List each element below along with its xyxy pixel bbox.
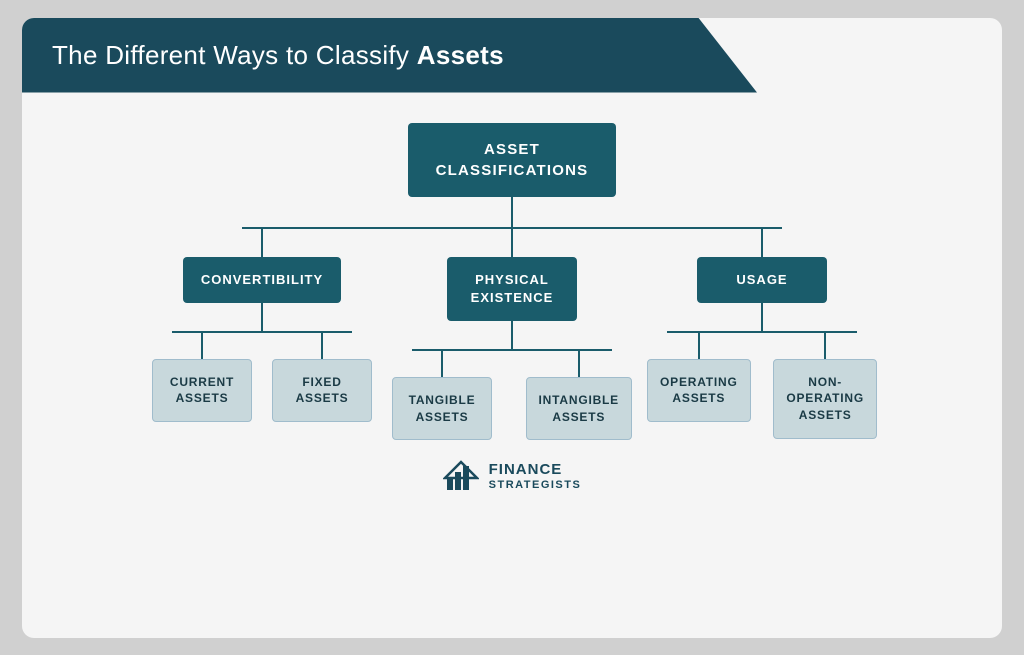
mid-node-physical-existence: PHYSICAL EXISTENCE bbox=[447, 257, 577, 321]
operating-line2: ASSETS bbox=[672, 391, 725, 405]
tangible-line1: TANGIBLE bbox=[409, 393, 476, 407]
footer-logo: FINANCE STRATEGISTS bbox=[443, 440, 582, 504]
mid-label-usage: USAGE bbox=[736, 272, 787, 287]
branch1-hbar-wrapper bbox=[152, 331, 372, 333]
non-operating-line3: ASSETS bbox=[799, 408, 852, 422]
branch3-bottom-pair: OPERATING ASSETS NON- OPERATING ASSETS bbox=[647, 333, 877, 439]
branch1-hbar bbox=[172, 331, 352, 333]
mid-label-physical2: EXISTENCE bbox=[471, 290, 554, 305]
logo-finance: FINANCE bbox=[489, 461, 582, 479]
fixed-assets-line2: ASSETS bbox=[296, 391, 349, 405]
bottom-node-operating-assets: OPERATING ASSETS bbox=[647, 359, 751, 423]
intangible-line1: INTANGIBLE bbox=[539, 393, 619, 407]
mid-label-convertibility: CONVERTIBILITY bbox=[201, 272, 323, 287]
branch2-hbar-wrapper bbox=[392, 349, 632, 351]
branch2-mid-line bbox=[511, 321, 513, 349]
branches-container: CONVERTIBILITY CURRENT ASSETS bbox=[142, 229, 882, 441]
branch3-mid-line bbox=[761, 303, 763, 331]
non-operating-assets-top-line bbox=[824, 333, 826, 359]
branch2-hbar bbox=[412, 349, 612, 351]
current-assets-top-line bbox=[201, 333, 203, 359]
logo-text-block: FINANCE STRATEGISTS bbox=[489, 461, 582, 492]
fixed-assets-line1: FIXED bbox=[302, 375, 341, 389]
branch2-top-line bbox=[511, 229, 513, 257]
logo-strategists: STRATEGISTS bbox=[489, 479, 582, 492]
operating-assets-top-line bbox=[698, 333, 700, 359]
operating-assets-wrapper: OPERATING ASSETS bbox=[647, 333, 751, 439]
top-node-line1: ASSET bbox=[484, 141, 540, 158]
tangible-assets-top-line bbox=[441, 351, 443, 377]
current-assets-wrapper: CURRENT ASSETS bbox=[152, 333, 252, 423]
branch1-bottom-pair: CURRENT ASSETS FIXED ASSETS bbox=[152, 333, 372, 423]
fixed-assets-wrapper: FIXED ASSETS bbox=[272, 333, 372, 423]
branch3-hbar bbox=[667, 331, 857, 333]
mid-label-physical1: PHYSICAL bbox=[475, 272, 549, 287]
branch3-top-line bbox=[761, 229, 763, 257]
title-bold: Assets bbox=[417, 40, 504, 70]
branch2-bottom-pair: TANGIBLE ASSETS INTANGIBLE ASSETS bbox=[392, 351, 632, 441]
top-hbar bbox=[242, 227, 782, 229]
branch-physical-existence: PHYSICAL EXISTENCE TANGIBLE ASSETS bbox=[392, 229, 632, 441]
fixed-assets-top-line bbox=[321, 333, 323, 359]
branch1-top-line bbox=[261, 229, 263, 257]
intangible-assets-top-line bbox=[578, 351, 580, 377]
operating-line1: OPERATING bbox=[660, 375, 738, 389]
branch1-mid-line bbox=[261, 303, 263, 331]
tangible-line2: ASSETS bbox=[416, 410, 469, 424]
current-assets-line2: ASSETS bbox=[176, 391, 229, 405]
mid-node-convertibility: CONVERTIBILITY bbox=[183, 257, 341, 303]
mid-node-usage: USAGE bbox=[697, 257, 827, 303]
top-section: ASSET CLASSIFICATIONS bbox=[172, 123, 852, 229]
branch3-hbar-wrapper bbox=[647, 331, 877, 333]
bottom-node-intangible-assets: INTANGIBLE ASSETS bbox=[526, 377, 632, 441]
top-hbar-wrapper bbox=[172, 227, 852, 229]
branch-convertibility: CONVERTIBILITY CURRENT ASSETS bbox=[142, 229, 382, 441]
main-card: The Different Ways to Classify Assets AS… bbox=[22, 18, 1002, 638]
top-connector-line bbox=[511, 197, 513, 227]
non-operating-assets-wrapper: NON- OPERATING ASSETS bbox=[773, 333, 877, 439]
header-banner: The Different Ways to Classify Assets bbox=[22, 18, 757, 93]
non-operating-line2: OPERATING bbox=[786, 391, 864, 405]
top-node-line2: CLASSIFICATIONS bbox=[436, 162, 589, 179]
title-prefix: The Different Ways to Classify bbox=[52, 40, 417, 70]
top-node-asset-classifications: ASSET CLASSIFICATIONS bbox=[408, 123, 617, 197]
tangible-assets-wrapper: TANGIBLE ASSETS bbox=[392, 351, 492, 441]
bottom-node-non-operating-assets: NON- OPERATING ASSETS bbox=[773, 359, 877, 439]
diagram-area: ASSET CLASSIFICATIONS CONVERTIBILITY bbox=[22, 93, 1002, 525]
bottom-node-current-assets: CURRENT ASSETS bbox=[152, 359, 252, 423]
bottom-node-fixed-assets: FIXED ASSETS bbox=[272, 359, 372, 423]
intangible-assets-wrapper: INTANGIBLE ASSETS bbox=[526, 351, 632, 441]
branch-usage: USAGE OPERATING ASSETS bbox=[642, 229, 882, 441]
bottom-node-tangible-assets: TANGIBLE ASSETS bbox=[392, 377, 492, 441]
intangible-line2: ASSETS bbox=[552, 410, 605, 424]
non-operating-line1: NON- bbox=[808, 375, 842, 389]
finance-strategists-icon bbox=[443, 458, 479, 494]
page-title: The Different Ways to Classify Assets bbox=[52, 40, 727, 71]
current-assets-line1: CURRENT bbox=[170, 375, 234, 389]
